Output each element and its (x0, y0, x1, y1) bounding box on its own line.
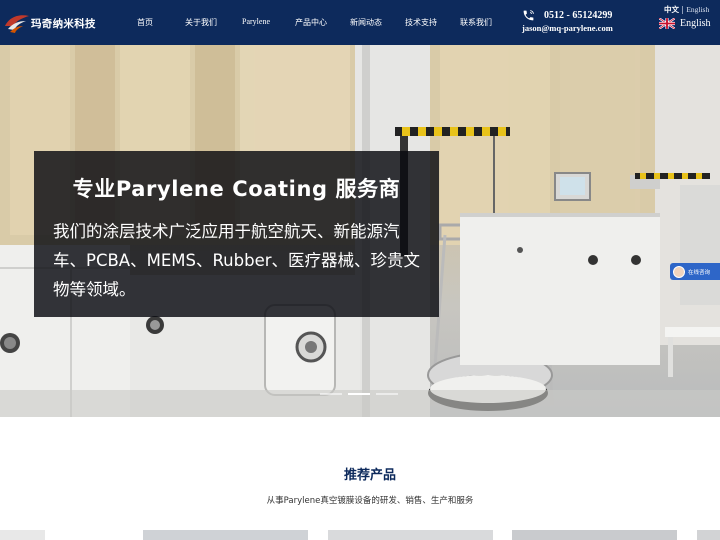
phone-icon (523, 10, 534, 21)
hero-description: 我们的涂层技术广泛应用于航空航天、新能源汽车、PCBA、MEMS、Rubber、… (53, 222, 421, 299)
chat-label: 在线咨询 (688, 269, 711, 276)
hero-banner: 专业Parylene Coating 服务商 我们的涂层技术广泛应用于航空航天、… (0, 45, 720, 417)
phone-number: 0512 - 65124299 (544, 10, 613, 21)
slide-dot-3[interactable] (376, 393, 398, 395)
nav-home[interactable]: 首页 (137, 17, 153, 28)
logo-text: 玛奇纳米科技 (31, 17, 96, 30)
products-title: 推荐产品 (343, 468, 396, 483)
english-label: English (680, 18, 711, 29)
product-card[interactable] (512, 530, 677, 540)
hero-caption-panel: 专业Parylene Coating 服务商 我们的涂层技术广泛应用于航空航天、… (34, 151, 439, 317)
logo-mark-icon (5, 15, 29, 33)
logo[interactable]: 玛奇纳米科技 (4, 10, 96, 36)
phone-row[interactable]: 0512 - 65124299 (522, 9, 613, 22)
slider-pagination (320, 393, 398, 395)
page: 玛奇纳米科技 首页 关于我们 Parylene 产品中心 新闻动态 技术支持 联… (0, 0, 720, 540)
product-card[interactable] (328, 530, 493, 540)
site-header: 玛奇纳米科技 首页 关于我们 Parylene 产品中心 新闻动态 技术支持 联… (0, 0, 720, 45)
slide-dot-2[interactable] (348, 393, 370, 395)
language-switch: 中文 | English (664, 4, 709, 15)
english-button[interactable]: English (659, 18, 711, 29)
chat-avatar-icon (673, 265, 685, 278)
lang-alt[interactable]: English (686, 5, 709, 14)
hero-title: 专业Parylene Coating 服务商 (72, 177, 401, 201)
contact-info: 0512 - 65124299 jason@mq-parylene.com (522, 9, 613, 33)
nav-about[interactable]: 关于我们 (185, 17, 217, 28)
uk-flag-icon (659, 18, 675, 29)
nav-news[interactable]: 新闻动态 (350, 17, 382, 28)
nav-support[interactable]: 技术支持 (405, 17, 437, 28)
product-card[interactable] (143, 530, 308, 540)
lang-current[interactable]: 中文 (664, 5, 679, 14)
nav-contact[interactable]: 联系我们 (460, 17, 492, 28)
nav-products[interactable]: 产品中心 (295, 17, 327, 28)
online-chat-button[interactable]: 在线咨询 (670, 263, 720, 280)
slide-dot-1[interactable] (320, 393, 342, 395)
nav-parylene[interactable]: Parylene (242, 17, 270, 26)
product-card[interactable] (697, 530, 720, 540)
email-address[interactable]: jason@mq-parylene.com (522, 23, 613, 33)
products-subtitle: 从事Parylene真空镀膜设备的研发、销售、生产和服务 (266, 496, 474, 506)
lang-separator: | (681, 5, 684, 14)
product-card[interactable] (0, 530, 45, 540)
